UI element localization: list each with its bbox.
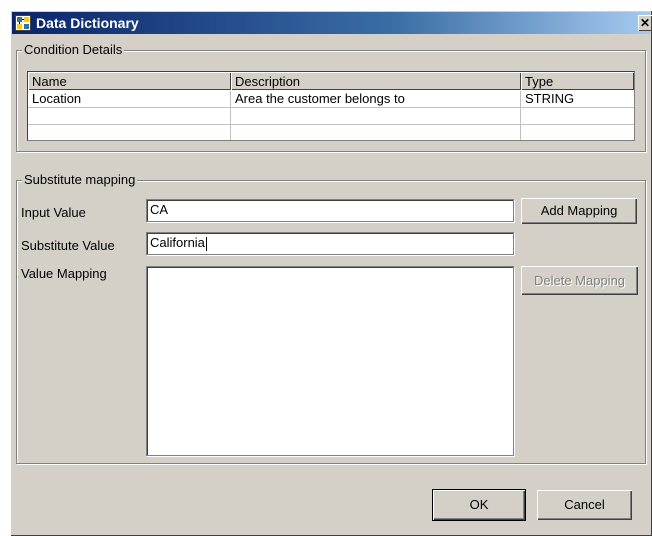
window-title: Data Dictionary [36, 15, 139, 31]
cell-type [521, 108, 634, 124]
cell-type [521, 125, 634, 140]
cell-name [28, 108, 231, 124]
condition-details-group: Condition Details Name Description Type … [16, 42, 646, 152]
data-dictionary-dialog: Data Dictionary ✕ Condition Details Name… [10, 10, 652, 536]
column-header-description[interactable]: Description [231, 72, 521, 90]
cell-name: Location [28, 91, 231, 107]
cell-type: STRING [525, 91, 575, 106]
cell-description [231, 108, 521, 124]
substitute-value-field[interactable]: California [146, 232, 514, 255]
input-value-label: Input Value [21, 205, 86, 220]
condition-details-table[interactable]: Name Description Type Location Area the … [27, 71, 635, 141]
column-header-name[interactable]: Name [28, 72, 231, 90]
delete-mapping-button[interactable]: Delete Mapping [521, 266, 638, 295]
cell-name [28, 125, 231, 140]
input-value-field[interactable]: CA [146, 199, 514, 222]
data-dictionary-icon [15, 15, 31, 31]
table-row[interactable]: Location Area the customer belongs to ST… [28, 91, 634, 108]
cell-description: Area the customer belongs to [231, 91, 521, 107]
condition-details-title: Condition Details [22, 42, 125, 57]
title-bar[interactable]: Data Dictionary ✕ [12, 12, 652, 34]
substitute-value-text: California [150, 235, 205, 250]
cell-description [231, 125, 521, 140]
table-header: Name Description Type [28, 72, 634, 91]
ok-button[interactable]: OK [432, 489, 526, 521]
input-value-text: CA [150, 202, 169, 217]
substitute-mapping-group: Substitute mapping Input Value CA Add Ma… [16, 172, 646, 464]
text-caret [205, 236, 207, 251]
close-icon[interactable]: ✕ [638, 15, 652, 31]
substitute-mapping-title: Substitute mapping [22, 172, 138, 187]
table-row[interactable] [28, 125, 634, 140]
column-header-type[interactable]: Type [521, 72, 634, 90]
value-mapping-list[interactable] [146, 266, 514, 456]
substitute-value-label: Substitute Value [21, 238, 115, 253]
cancel-button[interactable]: Cancel [537, 490, 632, 520]
value-mapping-label: Value Mapping [21, 266, 107, 281]
add-mapping-button[interactable]: Add Mapping [521, 198, 637, 224]
table-row[interactable] [28, 108, 634, 125]
